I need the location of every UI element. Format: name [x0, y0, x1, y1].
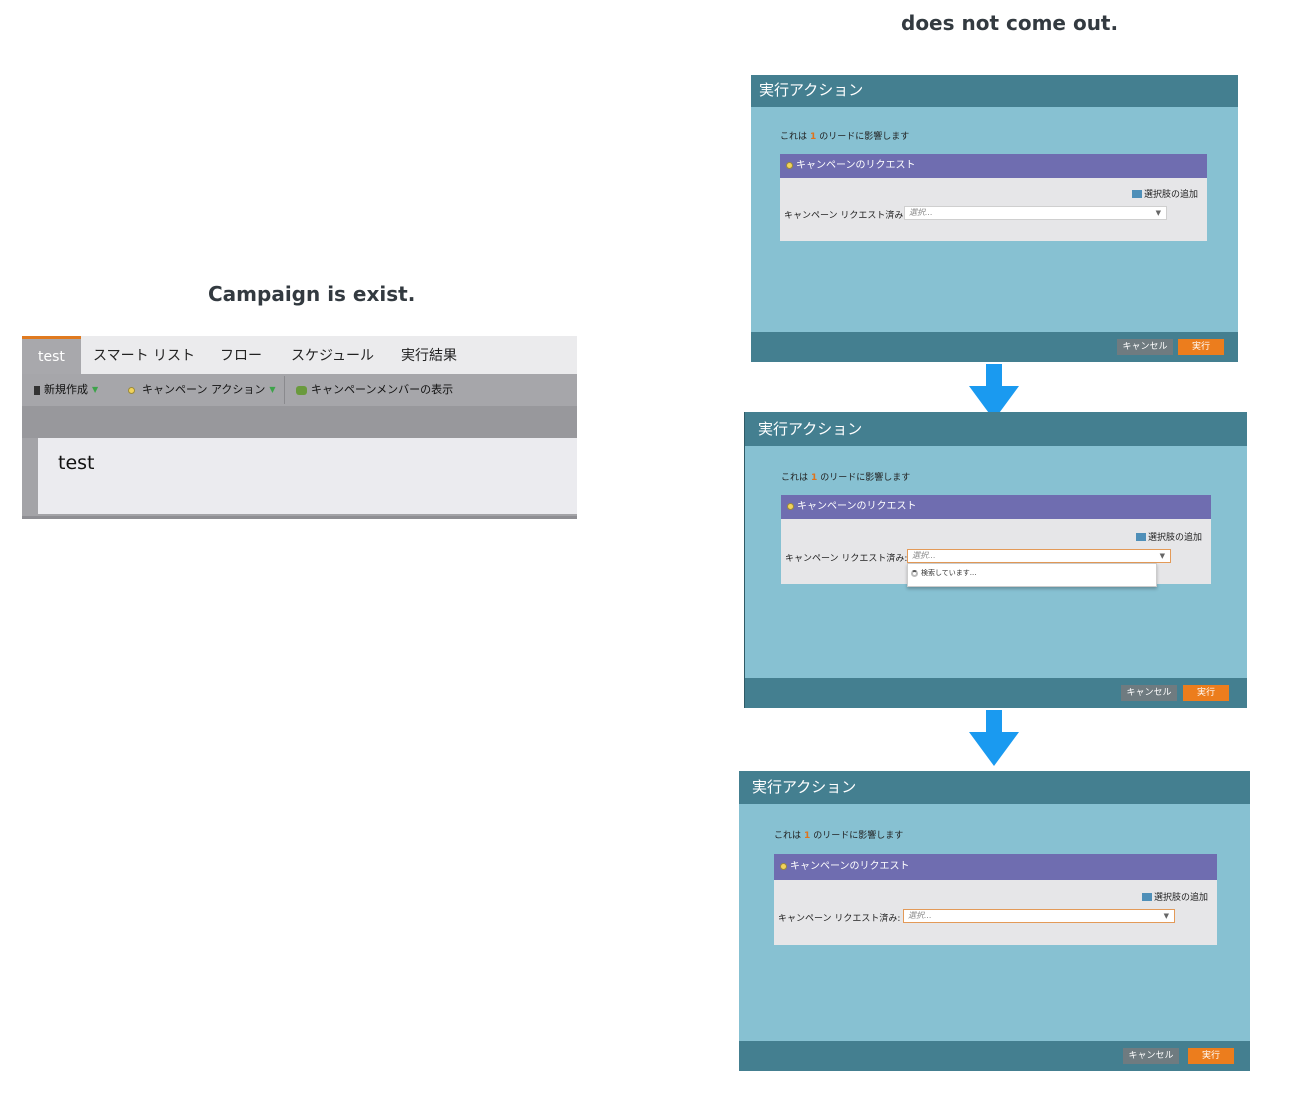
affect-prefix: これは — [780, 132, 808, 142]
caption-left: Campaign is exist. — [208, 282, 416, 306]
section-title: キャンペーンのリクエスト — [797, 501, 917, 512]
affect-count: 1 — [811, 473, 818, 483]
searching-row: 検索しています... — [908, 564, 1156, 582]
bulb-icon — [786, 162, 793, 169]
field-label: キャンペーン リクエスト済み: — [785, 554, 908, 564]
field-label: キャンペーン リクエスト済み: — [778, 914, 901, 924]
add-option-icon — [1141, 893, 1152, 901]
section-title: キャンペーンのリクエスト — [796, 160, 916, 171]
affect-prefix: これは — [774, 831, 802, 841]
cancel-button[interactable]: キャンセル — [1121, 685, 1177, 701]
select-placeholder: 選択... — [908, 911, 932, 920]
cancel-button[interactable]: キャンセル — [1117, 339, 1173, 355]
add-option-icon — [1131, 190, 1142, 198]
add-option-link[interactable]: 選択肢の追加 — [1135, 530, 1202, 543]
dropdown-caret-icon: ▼ — [1155, 209, 1161, 217]
campaign-select[interactable]: 選択... ▼ — [903, 909, 1175, 923]
campaign-request-section: キャンペーンのリクエスト 選択肢の追加 キャンペーン リクエスト済み: 選択..… — [780, 154, 1207, 241]
section-header: キャンペーンのリクエスト — [781, 495, 1211, 519]
run-action-dialog-1: 実行アクション これは 1 のリードに影響します キャンペーンのリクエスト 選択肢の… — [751, 75, 1238, 362]
tab-test[interactable]: test — [22, 336, 81, 374]
spinner-icon — [911, 570, 918, 577]
dialog-title: 実行アクション — [751, 75, 1238, 107]
affect-text: これは 1 のリードに影響します — [781, 470, 910, 483]
bulb-icon — [780, 863, 787, 870]
affect-count: 1 — [810, 132, 817, 142]
program-content-card: test — [38, 438, 577, 514]
campaign-action-label: キャンペーン アクション — [142, 383, 266, 396]
section-title: キャンペーンのリクエスト — [790, 861, 910, 872]
campaign-select[interactable]: 選択... ▼ — [904, 206, 1167, 220]
run-action-dialog-3: 実行アクション これは 1 のリードに影響します キャンペーンのリクエスト 選択肢の… — [739, 771, 1250, 1071]
add-option-label: 選択肢の追加 — [1147, 533, 1202, 543]
chevron-down-icon: ▼ — [92, 385, 99, 394]
new-menu-button[interactable]: 新規作成 ▼ — [34, 374, 98, 406]
cancel-button[interactable]: キャンセル — [1123, 1048, 1179, 1064]
toolbar-divider — [284, 376, 285, 404]
affect-suffix: のリードに影響します — [819, 132, 910, 142]
affect-count: 1 — [804, 831, 811, 841]
tab-flow[interactable]: フロー — [220, 336, 262, 374]
campaign-request-section: キャンペーンのリクエスト 選択肢の追加 キャンペーン リクエスト済み: 選択..… — [774, 854, 1217, 945]
content-gap — [22, 406, 577, 438]
add-option-label: 選択肢の追加 — [1153, 893, 1208, 903]
tab-bar: test スマート リスト フロー スケジュール 実行結果 — [22, 336, 577, 374]
field-label: キャンペーン リクエスト済み: — [784, 211, 907, 221]
new-icon — [34, 385, 40, 395]
program-panel: test スマート リスト フロー スケジュール 実行結果 新規作成 ▼ キャン… — [22, 336, 577, 519]
dropdown-caret-icon: ▼ — [1159, 552, 1165, 560]
toolbar: 新規作成 ▼ キャンペーン アクション ▼ キャンペーンメンバーの表示 — [22, 374, 577, 406]
tab-schedule[interactable]: スケジュール — [291, 336, 374, 374]
dialog-title: 実行アクション — [745, 412, 1247, 446]
affect-suffix: のリードに影響します — [820, 473, 911, 483]
run-button[interactable]: 実行 — [1178, 339, 1224, 355]
bulb-icon — [128, 386, 135, 394]
new-label: 新規作成 — [44, 383, 88, 396]
caption-right: does not come out. — [901, 11, 1119, 35]
add-option-label: 選択肢の追加 — [1143, 190, 1198, 200]
dialog-title: 実行アクション — [739, 771, 1250, 804]
affect-prefix: これは — [781, 473, 809, 483]
chevron-down-icon: ▼ — [269, 385, 276, 394]
dialog-footer: キャンセル 実行 — [751, 332, 1238, 362]
dialog-footer: キャンセル 実行 — [739, 1041, 1250, 1071]
section-header: キャンペーンのリクエスト — [774, 854, 1217, 880]
run-button[interactable]: 実行 — [1183, 685, 1229, 701]
affect-suffix: のリードに影響します — [813, 831, 904, 841]
select-placeholder: 選択... — [912, 551, 936, 560]
affect-text: これは 1 のリードに影響します — [780, 129, 909, 142]
run-button[interactable]: 実行 — [1188, 1048, 1234, 1064]
dialog-footer: キャンセル 実行 — [745, 678, 1247, 708]
bulb-icon — [787, 503, 794, 510]
show-members-label: キャンペーンメンバーの表示 — [311, 383, 454, 396]
members-icon — [296, 385, 307, 395]
program-content-title: test — [58, 452, 95, 474]
add-option-link[interactable]: 選択肢の追加 — [1141, 890, 1208, 903]
campaign-action-menu-button[interactable]: キャンペーン アクション ▼ — [128, 374, 276, 406]
campaign-select[interactable]: 選択... ▼ — [907, 549, 1171, 563]
section-header: キャンペーンのリクエスト — [780, 154, 1207, 178]
show-members-button[interactable]: キャンペーンメンバーの表示 — [296, 374, 453, 406]
run-action-dialog-2: 実行アクション これは 1 のリードに影響します キャンペーンのリクエスト 選択肢の… — [744, 412, 1247, 708]
dropdown-caret-icon: ▼ — [1163, 912, 1169, 920]
tab-results[interactable]: 実行結果 — [401, 336, 457, 374]
tab-smart-list[interactable]: スマート リスト — [93, 336, 195, 374]
search-dropdown: 検索しています... — [907, 563, 1157, 587]
add-option-link[interactable]: 選択肢の追加 — [1131, 187, 1198, 200]
searching-text: 検索しています... — [921, 569, 977, 577]
arrow-down-icon — [969, 710, 1019, 766]
select-placeholder: 選択... — [909, 208, 933, 217]
add-option-icon — [1135, 533, 1146, 541]
affect-text: これは 1 のリードに影響します — [774, 828, 903, 841]
